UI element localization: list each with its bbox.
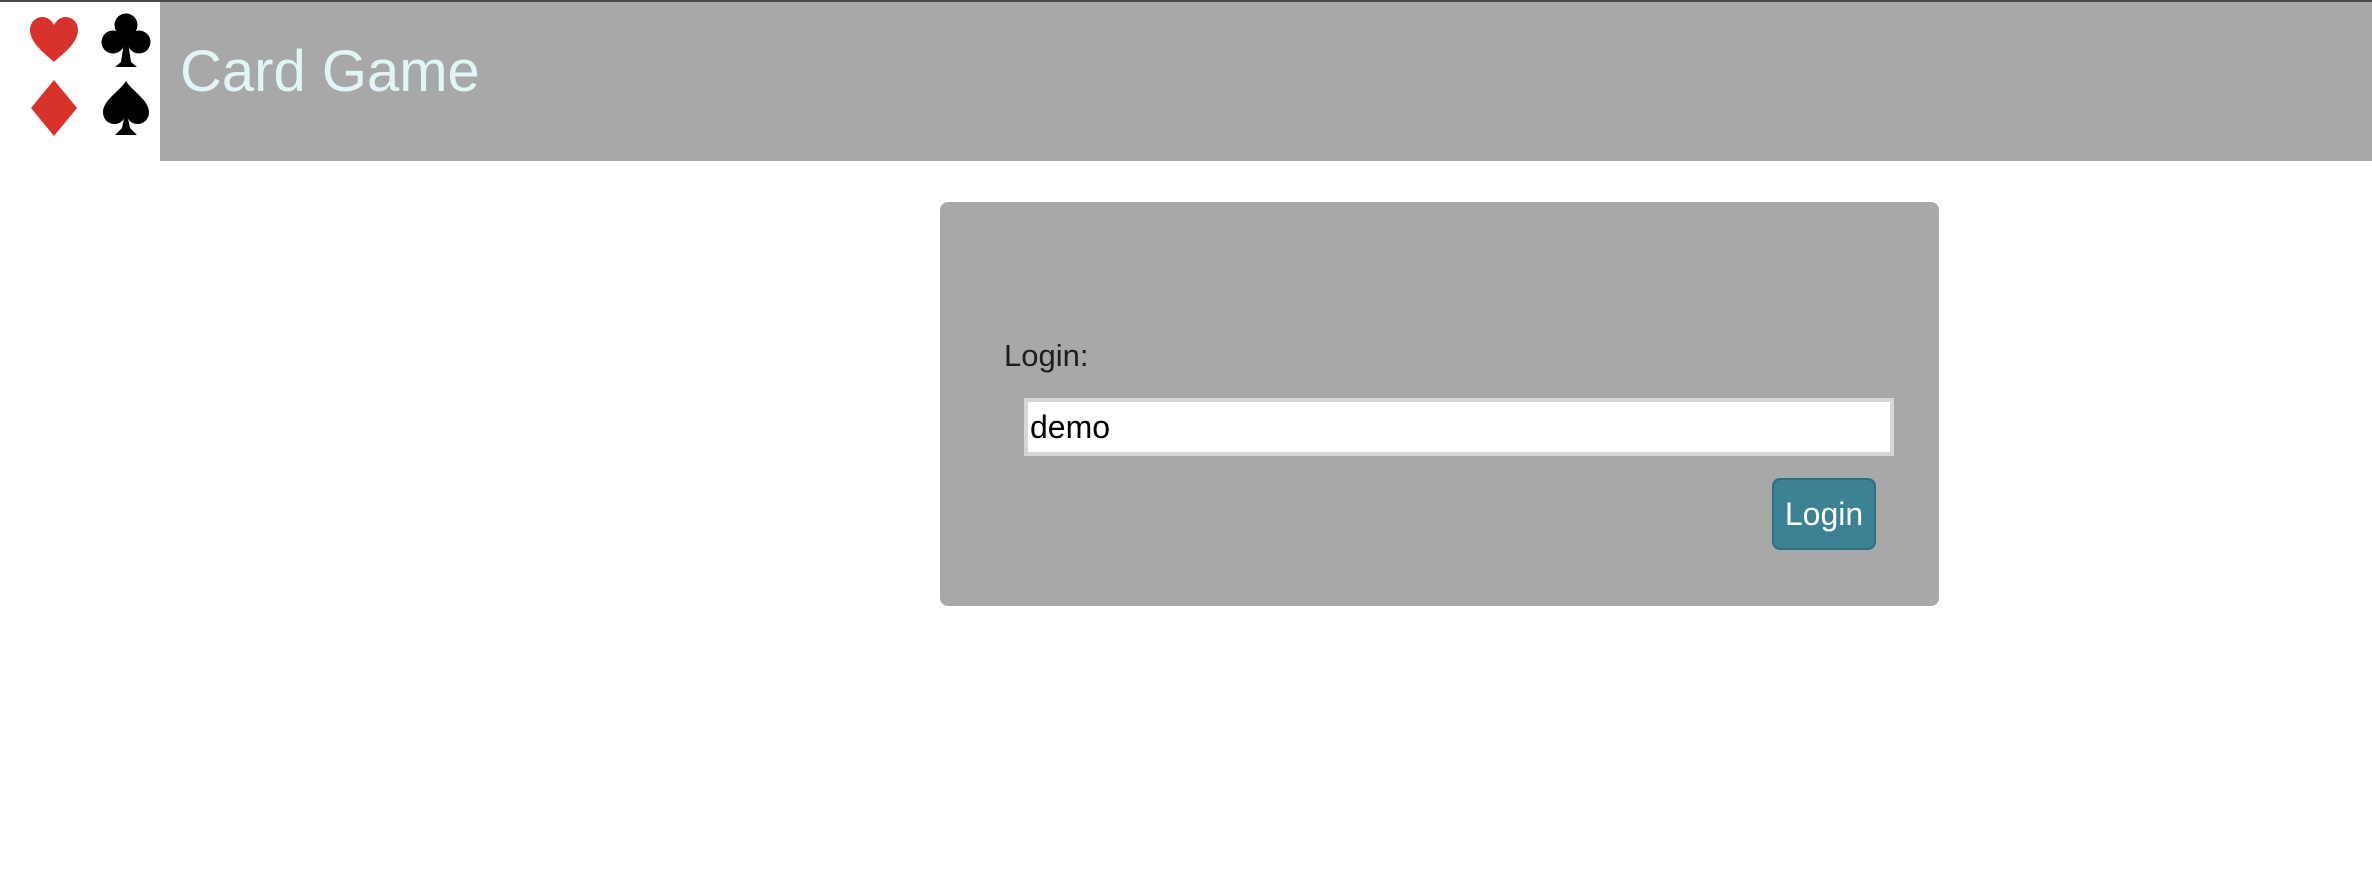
login-input[interactable]: [1024, 398, 1894, 456]
login-button[interactable]: Login: [1772, 478, 1876, 550]
app-root: Card Game Login: Login: [0, 0, 2372, 888]
club-icon: [96, 8, 156, 72]
login-panel: Login: Login: [940, 202, 1939, 606]
app-header: Card Game: [0, 2, 2372, 161]
app-title: Card Game: [180, 39, 480, 104]
diamond-icon: [24, 76, 84, 140]
login-label: Login:: [1004, 338, 1089, 373]
card-suits-logo: [0, 2, 160, 161]
heart-icon: [24, 8, 84, 72]
spade-icon: [96, 76, 156, 140]
